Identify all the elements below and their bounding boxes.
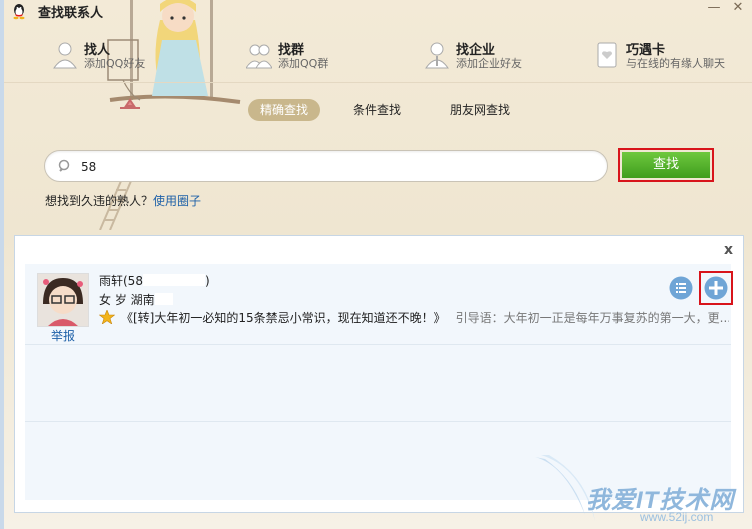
find-button[interactable]: 查找 [622, 152, 710, 178]
use-circle-link[interactable]: 使用圈子 [153, 194, 201, 208]
nav-subtitle: 添加QQ群 [278, 57, 329, 70]
avatar[interactable] [37, 273, 89, 327]
close-results-button[interactable]: x [724, 242, 733, 258]
card-icon [597, 42, 617, 68]
search-box [44, 150, 608, 182]
result-row[interactable]: 举报 雨轩(58) 女 岁 湖南 《[转]大年初一必知的15条禁忌小常识，现在知… [25, 264, 733, 344]
contact-name: 雨轩(58) [99, 272, 210, 289]
tab-friend-network-search[interactable]: 朋友网查找 [442, 99, 518, 121]
minimize-button[interactable]: — [702, 0, 726, 18]
person-icon [53, 42, 77, 69]
nav-encounter-card[interactable]: 巧遇卡 与在线的有缘人聊天 [594, 36, 744, 76]
redaction-block [142, 274, 205, 286]
add-friend-icon[interactable] [704, 276, 728, 300]
nav-subtitle: 添加QQ好友 [84, 57, 146, 70]
tab-exact-search[interactable]: 精确查找 [248, 99, 320, 121]
watermark-url: www.52ij.com [640, 510, 714, 524]
row-divider [25, 421, 731, 422]
search-icon [58, 159, 70, 172]
row-divider [25, 344, 731, 345]
qq-penguin-icon [13, 4, 25, 20]
search-input[interactable] [79, 156, 583, 178]
status-intro: 引导语：大年初一正是每年万事复苏的第一大，更... [455, 311, 729, 325]
nav-subtitle: 添加企业好友 [456, 57, 522, 70]
contact-info-text: 女 岁 湖南 [99, 293, 155, 307]
window-controls: — ✕ [700, 0, 752, 20]
add-friend-highlight [699, 271, 733, 305]
star-icon [99, 310, 115, 324]
redaction-block [154, 293, 173, 305]
nav-divider [4, 82, 752, 83]
nav-find-groups[interactable]: 找群 添加QQ群 [246, 36, 356, 76]
details-list-icon[interactable] [669, 276, 693, 300]
find-contacts-window: 查找联系人 — ✕ 找人 添加QQ好友 找群 添加QQ群 找企业 添加企业好友 … [0, 0, 752, 529]
nav-subtitle: 与在线的有缘人聊天 [626, 57, 725, 70]
report-link[interactable]: 举报 [51, 327, 75, 344]
nav-find-enterprise[interactable]: 找企业 添加企业好友 [424, 36, 554, 76]
hint-text: 想找到久违的熟人？使用圈子 [45, 192, 201, 209]
status-text[interactable]: 《[转]大年初一必知的15条禁忌小常识，现在知道还不晚！》 [121, 311, 446, 325]
enterprise-icon [425, 42, 449, 69]
hint-label: 想找到久违的熟人？ [45, 194, 154, 208]
nav-find-people[interactable]: 找人 添加QQ好友 [52, 36, 162, 76]
find-button-highlight: 查找 [618, 148, 714, 182]
contact-status: 《[转]大年初一必知的15条禁忌小常识，现在知道还不晚！》 引导语：大年初一正是每… [99, 309, 729, 326]
close-window-button[interactable]: ✕ [726, 0, 750, 18]
group-icon [246, 44, 272, 69]
contact-info: 女 岁 湖南 [99, 291, 173, 308]
category-nav: 找人 添加QQ好友 找群 添加QQ群 找企业 添加企业好友 巧遇卡 与在线的有缘… [4, 36, 752, 80]
tab-conditional-search[interactable]: 条件查找 [344, 99, 410, 121]
contact-name-suffix: ) [204, 274, 210, 288]
contact-name-text: 雨轩(58 [99, 274, 143, 288]
